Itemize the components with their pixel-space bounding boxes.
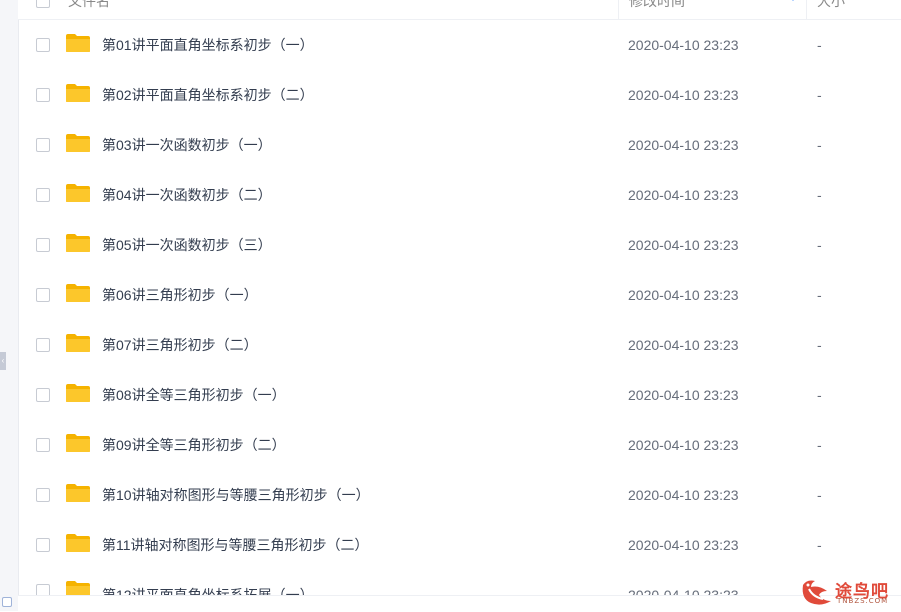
folder-icon [66,84,90,102]
folder-icon [66,534,90,552]
file-modified-time: 2020-04-10 23:23 [628,587,739,596]
file-row[interactable]: 第01讲平面直角坐标系初步（一） 2020-04-10 23:23 - [18,20,901,70]
left-sidebar-strip: ‹ [0,0,19,611]
file-name[interactable]: 第08讲全等三角形初步（一） [102,370,286,420]
file-row[interactable]: 第07讲三角形初步（二） 2020-04-10 23:23 - [18,320,901,370]
folder-icon [66,34,90,52]
bottom-bar [18,595,901,612]
file-modified-time: 2020-04-10 23:23 [628,537,739,553]
folder-icon [66,134,90,152]
row-checkbox[interactable] [36,338,50,352]
column-header-time-label: 修改时间 [629,0,685,9]
column-header-name-label: 文件名 [68,0,110,9]
file-modified-time: 2020-04-10 23:23 [628,87,739,103]
row-checkbox[interactable] [36,438,50,452]
file-row[interactable]: 第12讲平面直角坐标系拓展（一） 2020-04-10 23:23 [18,570,901,596]
row-checkbox[interactable] [36,138,50,152]
file-row[interactable]: 第04讲一次函数初步（二） 2020-04-10 23:23 - [18,170,901,220]
file-size: - [817,287,822,303]
file-modified-time: 2020-04-10 23:23 [628,337,739,353]
row-checkbox[interactable] [36,238,50,252]
row-checkbox[interactable] [36,538,50,552]
file-row[interactable]: 第09讲全等三角形初步（二） 2020-04-10 23:23 - [18,420,901,470]
file-name[interactable]: 第11讲轴对称图形与等腰三角形初步（二） [102,520,369,570]
file-row[interactable]: 第03讲一次函数初步（一） 2020-04-10 23:23 - [18,120,901,170]
file-modified-time: 2020-04-10 23:23 [628,137,739,153]
file-size: - [817,87,822,103]
file-size: - [817,187,822,203]
file-name[interactable]: 第07讲三角形初步（二） [102,320,258,370]
folder-icon [66,484,90,502]
select-all-checkbox[interactable] [36,0,50,8]
column-header-size[interactable]: 大小 [806,0,901,19]
folder-icon [66,384,90,402]
file-row[interactable]: 第11讲轴对称图形与等腰三角形初步（二） 2020-04-10 23:23 - [18,520,901,570]
file-modified-time: 2020-04-10 23:23 [628,37,739,53]
file-row[interactable]: 第10讲轴对称图形与等腰三角形初步（一） 2020-04-10 23:23 - [18,470,901,520]
sidebar-square-icon [2,597,12,607]
file-row[interactable]: 第02讲平面直角坐标系初步（二） 2020-04-10 23:23 - [18,70,901,120]
file-name[interactable]: 第04讲一次函数初步（二） [102,170,272,220]
sort-down-icon[interactable] [788,0,798,1]
row-checkbox[interactable] [36,188,50,202]
collapse-handle-icon[interactable]: ‹ [0,352,6,370]
row-checkbox[interactable] [36,488,50,502]
row-checkbox[interactable] [36,88,50,102]
file-modified-time: 2020-04-10 23:23 [628,287,739,303]
folder-icon [66,334,90,352]
folder-icon [66,284,90,302]
row-checkbox[interactable] [36,288,50,302]
file-list-header: 文件名 修改时间 大小 [18,0,901,20]
file-row[interactable]: 第08讲全等三角形初步（一） 2020-04-10 23:23 - [18,370,901,420]
file-name[interactable]: 第05讲一次函数初步（三） [102,220,272,270]
file-name[interactable]: 第12讲平面直角坐标系拓展（一） [102,575,314,596]
file-modified-time: 2020-04-10 23:23 [628,187,739,203]
file-size: - [817,537,822,553]
file-size: - [817,387,822,403]
file-row[interactable]: 第06讲三角形初步（一） 2020-04-10 23:23 - [18,270,901,320]
file-size: - [817,337,822,353]
file-size: - [817,137,822,153]
file-modified-time: 2020-04-10 23:23 [628,237,739,253]
folder-icon [66,434,90,452]
file-name[interactable]: 第10讲轴对称图形与等腰三角形初步（一） [102,470,370,520]
file-list: 第01讲平面直角坐标系初步（一） 2020-04-10 23:23 - 第02讲… [18,20,901,596]
file-name[interactable]: 第02讲平面直角坐标系初步（二） [102,70,314,120]
column-header-size-label: 大小 [817,0,845,9]
file-row[interactable]: 第05讲一次函数初步（三） 2020-04-10 23:23 - [18,220,901,270]
file-modified-time: 2020-04-10 23:23 [628,487,739,503]
column-header-modified-time[interactable]: 修改时间 [618,0,806,19]
file-name[interactable]: 第03讲一次函数初步（一） [102,120,272,170]
folder-icon [66,234,90,252]
file-modified-time: 2020-04-10 23:23 [628,437,739,453]
folder-icon [66,581,90,596]
file-modified-time: 2020-04-10 23:23 [628,387,739,403]
file-size: - [817,437,822,453]
row-checkbox[interactable] [36,38,50,52]
file-size: - [817,37,822,53]
folder-icon [66,184,90,202]
file-size: - [817,487,822,503]
file-name[interactable]: 第01讲平面直角坐标系初步（一） [102,20,314,70]
column-header-name[interactable]: 文件名 [58,0,618,19]
bird-logo-icon [802,580,831,605]
file-name[interactable]: 第06讲三角形初步（一） [102,270,258,320]
file-name[interactable]: 第09讲全等三角形初步（二） [102,420,286,470]
watermark: 途鸟吧 TNBZS.COM [797,575,897,609]
file-size: - [817,237,822,253]
watermark-subtext: TNBZS.COM [837,597,889,605]
row-checkbox[interactable] [36,388,50,402]
